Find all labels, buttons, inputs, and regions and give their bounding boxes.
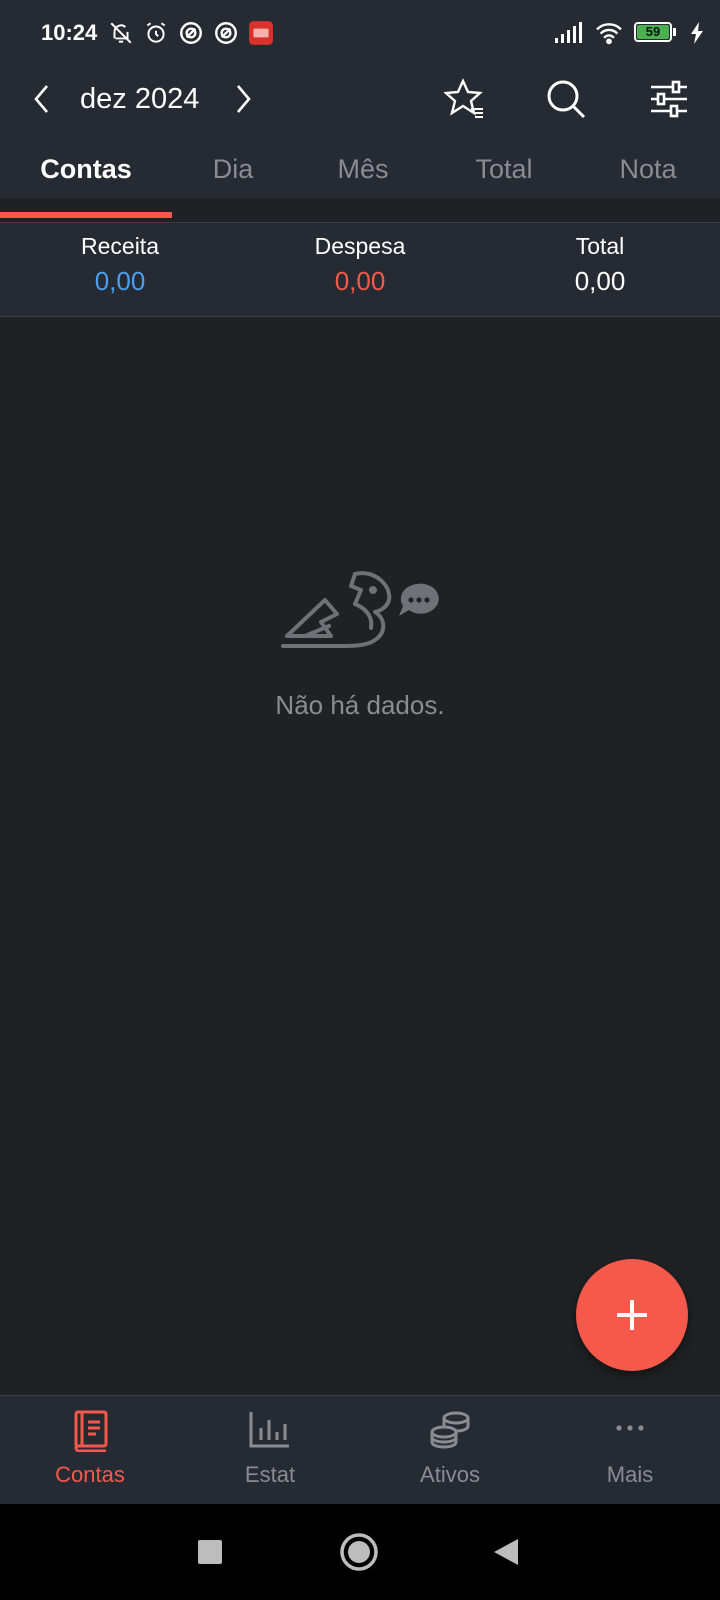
tab-label: Total	[475, 154, 533, 184]
home-circle-icon	[340, 1533, 378, 1571]
total-summary: Total 0,00	[480, 233, 720, 297]
expense-summary: Despesa 0,00	[240, 233, 480, 297]
summary-bar: Receita 0,00 Despesa 0,00 Total 0,00	[0, 222, 720, 317]
book-icon	[74, 1410, 108, 1452]
previous-month-button[interactable]	[24, 78, 60, 120]
plus-icon	[617, 1300, 647, 1330]
nav-mais[interactable]: Mais	[540, 1396, 720, 1505]
income-value: 0,00	[94, 266, 146, 296]
tab-contas[interactable]: Contas	[0, 154, 172, 220]
status-icons-left	[108, 20, 274, 46]
no-entry-icon	[180, 22, 202, 44]
tab-dia[interactable]: Dia	[172, 154, 294, 220]
bottom-navigation: Contas Estat Ativos Mais	[0, 1395, 720, 1505]
nav-ativos[interactable]: Ativos	[360, 1396, 540, 1505]
month-header: dez 2024	[0, 70, 720, 128]
active-tab-indicator	[0, 212, 172, 218]
expense-value: 0,00	[334, 266, 386, 296]
charging-icon	[691, 22, 703, 44]
bar-chart-icon	[249, 1412, 289, 1448]
more-dots-icon	[616, 1425, 644, 1431]
tab-label: Contas	[40, 154, 132, 184]
home-button[interactable]	[335, 1528, 383, 1576]
total-value: 0,00	[574, 266, 626, 296]
tab-nota[interactable]: Nota	[576, 154, 720, 220]
alarm-icon	[146, 22, 166, 43]
add-transaction-button[interactable]	[576, 1259, 688, 1371]
empty-state	[0, 570, 720, 667]
nav-estat[interactable]: Estat	[180, 1396, 360, 1505]
status-time: 10:24	[41, 20, 98, 45]
wifi-icon	[596, 23, 622, 45]
month-label[interactable]: dez 2024	[80, 83, 199, 116]
total-label: Total	[575, 233, 625, 259]
next-month-button[interactable]	[225, 78, 261, 120]
system-navigation-bar	[0, 1504, 720, 1600]
back-triangle-icon	[494, 1539, 518, 1565]
tab-label: Mês	[337, 154, 389, 184]
bookmarks-button[interactable]	[442, 76, 488, 122]
signal-icon	[555, 22, 582, 43]
nav-label: Mais	[606, 1462, 654, 1487]
nav-label: Estat	[244, 1462, 296, 1487]
view-tabs: Contas Dia Mês Total Nota	[0, 154, 720, 220]
search-icon	[547, 80, 586, 119]
app-notification-icon	[249, 21, 273, 45]
star-list-icon	[444, 78, 483, 118]
income-label: Receita	[81, 233, 159, 259]
tab-label: Nota	[619, 154, 677, 184]
dragon-mascot-icon	[281, 571, 439, 648]
chevron-right-icon	[237, 85, 251, 113]
battery-level: 59	[645, 24, 661, 39]
toolbar: dez 2024 Contas Dia Mês Total Nota	[0, 70, 720, 198]
search-button[interactable]	[543, 76, 589, 122]
bell-off-icon	[110, 22, 132, 44]
coins-icon	[430, 1411, 470, 1449]
expense-label: Despesa	[314, 233, 406, 259]
back-button[interactable]	[482, 1528, 530, 1576]
status-icons-right: 59	[554, 21, 704, 45]
status-bar: 10:24 59	[0, 0, 720, 70]
no-entry-icon-2	[215, 22, 237, 44]
income-summary: Receita 0,00	[0, 233, 240, 297]
filter-button[interactable]	[646, 76, 692, 122]
chevron-left-icon	[34, 85, 48, 113]
sliders-icon	[651, 80, 687, 118]
square-icon	[198, 1540, 222, 1564]
tab-total[interactable]: Total	[432, 154, 576, 220]
nav-label: Contas	[55, 1462, 125, 1487]
nav-contas[interactable]: Contas	[0, 1396, 180, 1505]
tab-mes[interactable]: Mês	[294, 154, 432, 220]
nav-label: Ativos	[420, 1462, 480, 1487]
empty-message: Não há dados.	[275, 690, 445, 720]
recents-button[interactable]	[186, 1528, 234, 1576]
tab-label: Dia	[212, 154, 254, 184]
battery-icon: 59	[634, 22, 680, 44]
